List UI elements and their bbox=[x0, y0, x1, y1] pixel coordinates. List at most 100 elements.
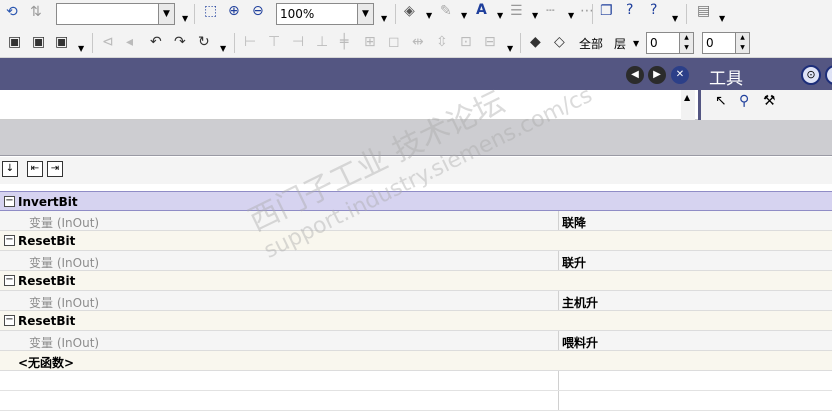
parameter-value[interactable]: 喂料升 bbox=[562, 334, 598, 351]
function-name: ResetBit bbox=[18, 314, 76, 328]
size-icon[interactable]: ⊡ bbox=[460, 35, 472, 49]
indent-icon[interactable]: ⇤ bbox=[27, 161, 43, 177]
font-combo[interactable]: ▼ bbox=[56, 3, 175, 25]
align-center-icon[interactable]: ⊥ bbox=[316, 35, 328, 49]
arrange-icon[interactable]: ▣ bbox=[55, 35, 68, 49]
group-icon[interactable]: ▣ bbox=[8, 35, 21, 49]
scroll-up-icon[interactable]: ▲ bbox=[684, 93, 690, 102]
spin-down-icon[interactable]: ▼ bbox=[679, 43, 693, 53]
align-top-icon[interactable]: ⊤ bbox=[268, 35, 280, 49]
column-divider bbox=[558, 371, 559, 390]
outdent-icon[interactable]: ⇥ bbox=[47, 161, 63, 177]
align-right-icon[interactable]: ⊣ bbox=[292, 35, 304, 49]
collapse-icon[interactable]: − bbox=[4, 315, 15, 326]
dropdown-arrow-icon[interactable]: ▼ bbox=[633, 39, 639, 48]
function-row[interactable]: − ResetBit bbox=[0, 231, 832, 251]
dropdown-arrow-icon[interactable]: ▼ bbox=[78, 44, 84, 53]
rotate-left-icon[interactable]: ↶ bbox=[150, 35, 162, 49]
flip-horizontal-icon[interactable]: ⊲ bbox=[102, 35, 114, 49]
pin-icon[interactable]: ⊙ bbox=[801, 65, 821, 85]
nav-back-icon[interactable]: ◀ bbox=[626, 66, 644, 84]
dropdown-arrow-icon[interactable]: ▼ bbox=[507, 44, 513, 53]
layers-icon[interactable]: ◆ bbox=[530, 35, 541, 49]
dropdown-arrow-icon[interactable]: ▼ bbox=[672, 14, 678, 23]
same-size-icon[interactable]: ◻ bbox=[388, 35, 400, 49]
layer-label: 层 bbox=[614, 37, 627, 51]
layer-spin-1[interactable]: 0 ▲ ▼ bbox=[646, 32, 694, 54]
pointer-icon[interactable]: ↖ bbox=[715, 94, 727, 108]
dropdown-arrow-icon[interactable]: ▼ bbox=[461, 11, 467, 20]
nav-forward-icon[interactable]: ▶ bbox=[648, 66, 666, 84]
distribute-icon[interactable]: ⊞ bbox=[364, 35, 376, 49]
dropdown-arrow-icon[interactable]: ▼ bbox=[532, 11, 538, 20]
function-row[interactable]: − ResetBit bbox=[0, 311, 832, 331]
same-height-icon[interactable]: ⇳ bbox=[436, 35, 448, 49]
flip-vertical-icon[interactable]: ◂ bbox=[126, 35, 133, 49]
dropdown-arrow-icon[interactable]: ▼ bbox=[719, 14, 725, 23]
parameter-row[interactable]: 变量 (InOut) 喂料升 bbox=[0, 331, 832, 351]
spin-up-icon[interactable]: ▲ bbox=[679, 33, 693, 43]
center-icon[interactable]: ⊟ bbox=[484, 35, 496, 49]
refresh-icon[interactable]: ⟲ bbox=[6, 5, 18, 19]
stamp-icon[interactable]: ⚲ bbox=[739, 94, 749, 108]
dropdown-arrow-icon[interactable]: ▼ bbox=[182, 14, 188, 23]
parameter-row[interactable]: 变量 (InOut) 主机升 bbox=[0, 291, 832, 311]
font-color-icon[interactable]: A bbox=[476, 3, 487, 17]
vertical-scrollbar[interactable]: ▲ bbox=[681, 90, 695, 120]
dropdown-arrow-icon[interactable]: ▼ bbox=[381, 14, 387, 23]
close-icon[interactable]: ✕ bbox=[671, 66, 689, 84]
chevron-down-icon[interactable]: ▼ bbox=[357, 4, 373, 24]
help-icon[interactable]: ? bbox=[626, 3, 633, 17]
spin-down-icon[interactable]: ▼ bbox=[735, 43, 749, 53]
zoom-out-icon[interactable]: ⊖ bbox=[252, 4, 264, 18]
same-width-icon[interactable]: ⇹ bbox=[412, 35, 424, 49]
zoom-area-icon[interactable]: ⬚ bbox=[204, 4, 217, 18]
ungroup-icon[interactable]: ▣ bbox=[32, 35, 45, 49]
parameter-name: 变量 (InOut) bbox=[29, 336, 100, 350]
dropdown-arrow-icon[interactable]: ▼ bbox=[568, 11, 574, 20]
function-name: ResetBit bbox=[18, 274, 76, 288]
empty-row bbox=[0, 371, 832, 391]
line-color-icon[interactable]: ✎ bbox=[440, 4, 452, 18]
function-row[interactable]: − ResetBit bbox=[0, 271, 832, 291]
collapse-icon[interactable]: − bbox=[4, 196, 15, 207]
collapse-icon[interactable]: − bbox=[4, 235, 15, 246]
align-middle-icon[interactable]: ╪ bbox=[340, 35, 348, 49]
library-icon[interactable]: ❐ bbox=[600, 4, 613, 18]
properties-header bbox=[0, 120, 832, 156]
line-style-icon[interactable]: ☰ bbox=[510, 4, 523, 18]
chevron-down-icon[interactable]: ▼ bbox=[158, 4, 174, 24]
parameter-row[interactable]: 变量 (InOut) 联升 bbox=[0, 251, 832, 271]
insert-down-icon[interactable]: ↓ bbox=[2, 161, 18, 177]
all-layers-label[interactable]: 全部 bbox=[579, 35, 603, 52]
dash-style-icon[interactable]: ┄ bbox=[546, 4, 554, 18]
rotate-right-icon[interactable]: ↷ bbox=[174, 35, 186, 49]
tools-icon[interactable]: ⚒ bbox=[763, 94, 776, 108]
dropdown-arrow-icon[interactable]: ▼ bbox=[426, 11, 432, 20]
function-name: InvertBit bbox=[18, 195, 78, 209]
function-row[interactable]: − InvertBit bbox=[0, 191, 832, 211]
parameter-name: 变量 (InOut) bbox=[29, 256, 100, 270]
transfer-icon[interactable]: ⇅ bbox=[30, 5, 42, 19]
parameter-value[interactable]: 联降 bbox=[562, 214, 586, 231]
no-function-row[interactable]: <无函数> bbox=[0, 351, 832, 371]
parameter-value[interactable]: 主机升 bbox=[562, 294, 598, 311]
spin-up-icon[interactable]: ▲ bbox=[735, 33, 749, 43]
layout-icon[interactable]: ▤ bbox=[697, 4, 710, 18]
separator bbox=[234, 33, 235, 53]
context-help-icon[interactable]: ? bbox=[650, 3, 657, 17]
editor-title-bar: ◀ ▶ ✕ bbox=[0, 58, 698, 90]
layers-all-icon[interactable]: ◇ bbox=[554, 35, 565, 49]
collapse-icon[interactable]: − bbox=[4, 275, 15, 286]
zoom-combo[interactable]: 100% ▼ bbox=[276, 3, 374, 25]
align-left-icon[interactable]: ⊢ bbox=[244, 35, 256, 49]
rotate-icon[interactable]: ↻ bbox=[198, 35, 210, 49]
layer-spin-2[interactable]: 0 ▲ ▼ bbox=[702, 32, 750, 54]
parameter-value[interactable]: 联升 bbox=[562, 254, 586, 271]
fill-color-icon[interactable]: ◈ bbox=[404, 4, 415, 18]
zoom-in-icon[interactable]: ⊕ bbox=[228, 4, 240, 18]
dropdown-arrow-icon[interactable]: ▼ bbox=[497, 11, 503, 20]
panel-close-icon[interactable]: × bbox=[825, 65, 832, 85]
parameter-row[interactable]: 变量 (InOut) 联降 bbox=[0, 211, 832, 231]
dropdown-arrow-icon[interactable]: ▼ bbox=[220, 44, 226, 53]
